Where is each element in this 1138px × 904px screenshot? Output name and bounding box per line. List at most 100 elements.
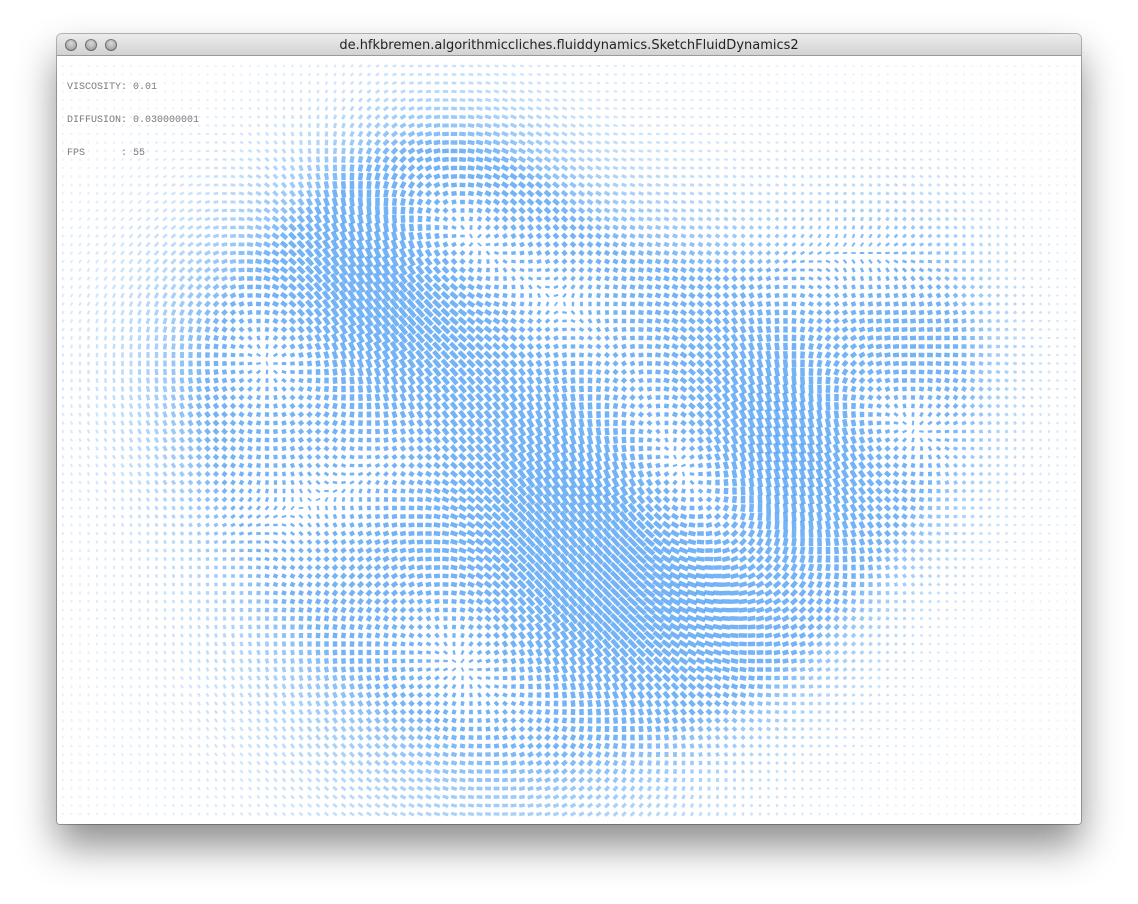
velocity-vector xyxy=(535,223,543,232)
velocity-vector xyxy=(952,369,959,375)
velocity-vector xyxy=(527,232,534,240)
velocity-vector xyxy=(687,351,697,359)
velocity-vector xyxy=(112,394,116,401)
velocity-vector xyxy=(229,385,237,393)
velocity-vector xyxy=(517,147,527,155)
velocity-vector xyxy=(492,350,501,360)
velocity-vector xyxy=(758,132,762,136)
velocity-vector xyxy=(724,107,728,110)
velocity-vector xyxy=(578,156,585,163)
velocity-vector xyxy=(213,208,219,213)
velocity-vector xyxy=(332,180,338,190)
velocity-vector xyxy=(179,224,185,231)
velocity-vector xyxy=(816,368,823,376)
velocity-vector xyxy=(867,394,874,401)
velocity-vector xyxy=(892,326,900,333)
velocity-vector xyxy=(740,208,746,213)
velocity-vector xyxy=(747,358,756,369)
velocity-vector xyxy=(978,301,984,307)
velocity-vector xyxy=(987,361,992,366)
velocity-vector xyxy=(1029,387,1035,391)
velocity-vector xyxy=(485,233,491,239)
velocity-vector xyxy=(407,247,416,259)
velocity-vector xyxy=(721,392,731,403)
velocity-vector xyxy=(145,267,151,273)
velocity-vector xyxy=(783,124,788,127)
velocity-vector xyxy=(389,340,400,353)
velocity-vector xyxy=(799,384,806,394)
velocity-vector xyxy=(458,266,467,274)
velocity-vector xyxy=(457,341,468,352)
velocity-vector xyxy=(630,115,635,119)
velocity-vector xyxy=(458,409,467,420)
velocity-vector xyxy=(374,130,381,138)
velocity-vector xyxy=(221,258,228,265)
velocity-vector xyxy=(467,266,475,274)
velocity-vector xyxy=(944,386,950,392)
velocity-vector xyxy=(137,292,142,299)
velocity-vector xyxy=(715,107,720,110)
velocity-vector xyxy=(390,163,399,173)
velocity-vector xyxy=(962,141,966,144)
velocity-vector xyxy=(808,359,814,368)
velocity-vector xyxy=(766,98,771,102)
velocity-vector xyxy=(179,385,185,393)
fluid-canvas[interactable]: VISCOSITY: 0.01 DIFFUSION: 0.030000001 F… xyxy=(57,56,1081,824)
velocity-vector xyxy=(926,326,934,333)
velocity-vector xyxy=(765,309,772,316)
velocity-vector xyxy=(971,64,974,68)
velocity-vector xyxy=(95,183,99,187)
velocity-vector xyxy=(288,317,297,325)
velocity-vector xyxy=(146,343,150,350)
velocity-vector xyxy=(647,149,652,153)
velocity-vector xyxy=(612,140,619,145)
velocity-vector xyxy=(477,72,482,77)
velocity-vector xyxy=(672,166,678,170)
velocity-vector xyxy=(671,351,679,359)
velocity-vector xyxy=(205,191,210,196)
velocity-vector xyxy=(195,266,203,274)
velocity-vector xyxy=(816,300,823,308)
velocity-vector xyxy=(758,149,762,153)
velocity-vector xyxy=(265,344,269,349)
velocity-vector xyxy=(764,375,773,386)
velocity-vector xyxy=(296,273,306,284)
velocity-vector xyxy=(467,148,475,154)
title-bar[interactable]: de.hfkbremen.algorithmiccliches.fluiddyn… xyxy=(57,34,1081,56)
velocity-vector xyxy=(324,114,329,120)
velocity-vector xyxy=(474,350,485,360)
velocity-vector xyxy=(970,208,975,213)
velocity-vector xyxy=(526,342,535,351)
velocity-vector xyxy=(425,98,432,102)
velocity-vector xyxy=(800,124,805,127)
velocity-vector xyxy=(212,283,220,291)
velocity-vector xyxy=(280,300,288,308)
velocity-vector xyxy=(128,199,134,205)
velocity-vector xyxy=(162,292,168,299)
velocity-vector xyxy=(894,149,898,153)
velocity-vector xyxy=(646,233,653,239)
velocity-vector xyxy=(69,268,74,272)
velocity-vector xyxy=(748,283,755,291)
velocity-vector xyxy=(892,369,900,375)
velocity-vector xyxy=(442,225,449,230)
velocity-vector xyxy=(509,384,518,394)
velocity-vector xyxy=(1022,107,1025,110)
velocity-vector xyxy=(886,107,889,110)
velocity-vector xyxy=(851,174,856,179)
velocity-vector xyxy=(664,157,669,162)
velocity-vector xyxy=(586,249,594,257)
velocity-vector xyxy=(875,326,883,333)
velocity-vector xyxy=(944,403,950,409)
velocity-vector xyxy=(570,275,576,282)
velocity-vector xyxy=(679,300,688,308)
velocity-vector xyxy=(1013,98,1017,102)
velocity-vector xyxy=(527,317,534,325)
velocity-vector xyxy=(322,333,331,343)
velocity-vector xyxy=(162,411,168,418)
velocity-vector xyxy=(475,181,484,189)
velocity-vector xyxy=(858,360,866,367)
velocity-vector xyxy=(398,340,408,353)
velocity-vector xyxy=(460,64,465,68)
velocity-vector xyxy=(824,300,832,308)
